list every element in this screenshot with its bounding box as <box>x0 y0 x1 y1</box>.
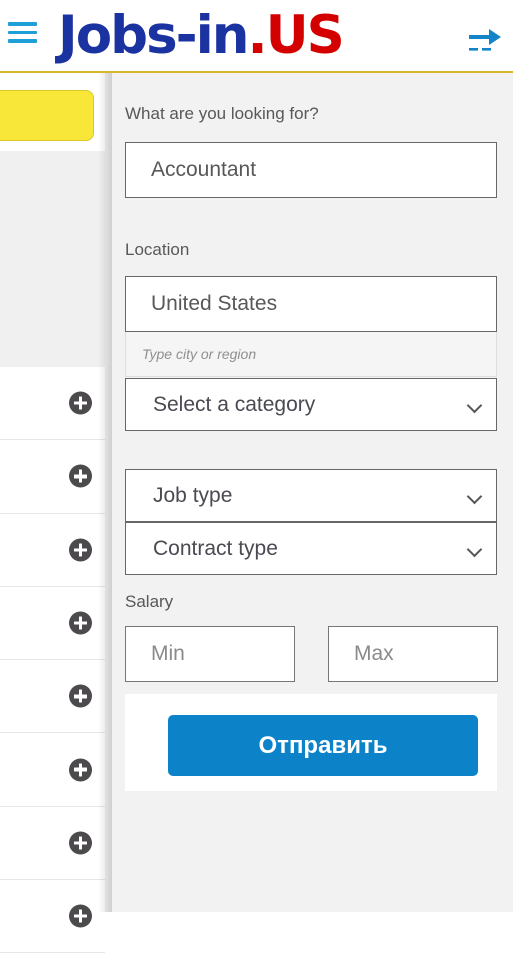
hamburger-bar <box>8 30 37 34</box>
table-row[interactable] <box>0 367 105 441</box>
job-type-select-value: Job type <box>153 484 233 507</box>
chevron-down-icon <box>469 544 482 557</box>
plus-circle-icon[interactable] <box>69 611 92 635</box>
plus-circle-icon[interactable] <box>69 464 92 488</box>
job-list <box>0 367 105 953</box>
plus-circle-icon[interactable] <box>69 391 92 415</box>
contract-type-select[interactable]: Contract type <box>125 522 497 575</box>
search-filter-panel: What are you looking for? Accountant Loc… <box>112 73 513 912</box>
table-row[interactable] <box>0 586 105 661</box>
promo-card <box>0 73 105 151</box>
table-row[interactable] <box>0 660 105 734</box>
site-header: Jobs-in.US <box>0 0 513 73</box>
hamburger-bar <box>8 22 37 26</box>
salary-label: Salary <box>125 592 174 611</box>
category-select[interactable]: Select a category <box>125 378 497 431</box>
hamburger-bar <box>8 39 37 43</box>
sign-in-arrow-icon[interactable] <box>463 20 505 54</box>
city-region-input[interactable]: Type city or region <box>125 332 497 377</box>
contract-type-select-value: Contract type <box>153 537 278 560</box>
plus-circle-icon[interactable] <box>69 758 92 782</box>
search-keyword-input[interactable]: Accountant <box>125 142 497 198</box>
table-row[interactable] <box>0 513 105 587</box>
category-select-value: Select a category <box>153 393 316 416</box>
table-row[interactable] <box>0 806 105 881</box>
keyword-label: What are you looking for? <box>125 104 319 123</box>
site-logo[interactable]: Jobs-in.US <box>58 2 345 70</box>
table-row[interactable] <box>0 733 105 807</box>
plus-circle-icon[interactable] <box>69 538 92 562</box>
panel-drop-shadow <box>98 73 112 912</box>
submit-container: Отправить <box>125 694 497 791</box>
hamburger-menu-icon[interactable] <box>8 22 38 46</box>
promo-yellow-button[interactable] <box>0 90 94 141</box>
backdrop-filler-block <box>0 151 105 367</box>
plus-circle-icon[interactable] <box>69 904 92 928</box>
location-label: Location <box>125 240 190 259</box>
country-input[interactable]: United States <box>125 276 497 332</box>
submit-button[interactable]: Отправить <box>168 715 478 776</box>
logo-text-primary: Jobs-in <box>58 5 250 66</box>
table-row[interactable] <box>0 440 105 514</box>
plus-circle-icon[interactable] <box>69 831 92 855</box>
job-type-select[interactable]: Job type <box>125 469 497 522</box>
table-row[interactable] <box>0 880 105 953</box>
logo-text-secondary: .US <box>247 5 345 66</box>
chevron-down-icon <box>469 491 482 504</box>
salary-min-input[interactable]: Min <box>125 626 295 682</box>
chevron-down-icon <box>469 400 482 413</box>
plus-circle-icon[interactable] <box>69 684 92 708</box>
salary-max-input[interactable]: Max <box>328 626 498 682</box>
